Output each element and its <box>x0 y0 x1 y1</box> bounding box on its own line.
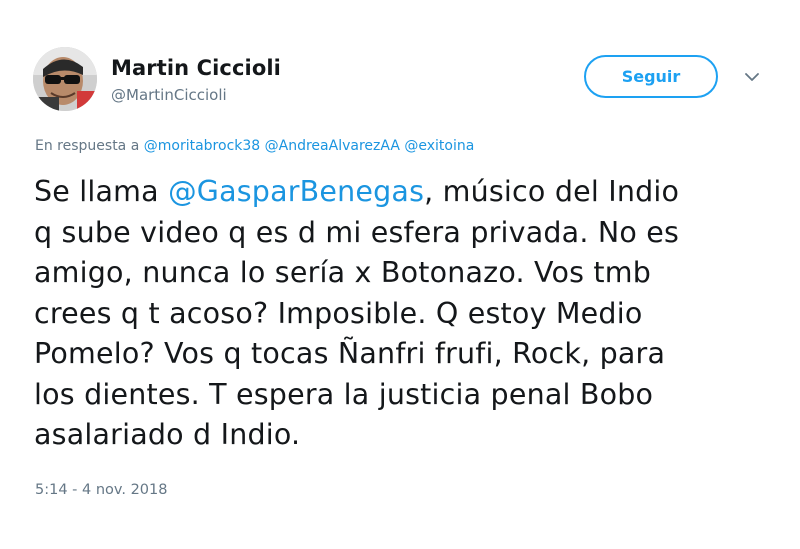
tweet-text-before: Se llama <box>34 175 169 208</box>
follow-button[interactable]: Seguir <box>584 55 718 98</box>
tweet-timestamp[interactable]: 5:14 - 4 nov. 2018 <box>35 482 167 498</box>
follow-button-label: Seguir <box>621 67 681 86</box>
reply-context-prefix: En respuesta a <box>35 138 140 154</box>
reply-mention-link[interactable]: @AndreaAlvarezAA <box>265 138 400 154</box>
tweet-card: Martin Ciccioli @MartinCiccioli Seguir E… <box>0 0 800 549</box>
reply-mention-link[interactable]: @moritabrock38 <box>144 138 260 154</box>
tweet-text-after: , músico del Indio q sube video q es d m… <box>34 175 680 451</box>
chevron-down-icon[interactable] <box>741 66 763 88</box>
tweet-text: Se llama @GasparBenegas, músico del Indi… <box>34 172 774 456</box>
reply-mention-link[interactable]: @exitoina <box>404 138 474 154</box>
tweet-mention-link[interactable]: @GasparBenegas <box>168 175 424 208</box>
avatar[interactable] <box>33 47 97 111</box>
author-handle[interactable]: @MartinCiccioli <box>111 86 227 104</box>
author-display-name[interactable]: Martin Ciccioli <box>111 56 281 80</box>
reply-context: En respuesta a @moritabrock38 @AndreaAlv… <box>35 138 474 154</box>
